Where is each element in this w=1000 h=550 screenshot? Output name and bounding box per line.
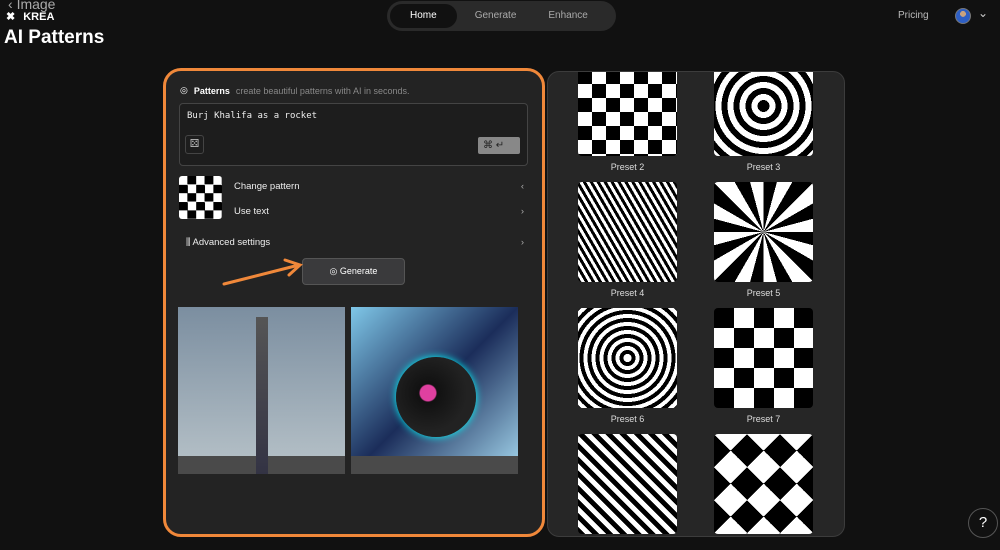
pattern-thumbnail[interactable] [179, 176, 222, 219]
chevron-right-icon: › [520, 206, 524, 217]
tab-generate[interactable]: Generate [461, 4, 531, 28]
presets-panel: Preset 2 Preset 3 Preset 4 Preset 5 Pres… [547, 71, 845, 537]
preset-label: Preset 2 [610, 162, 645, 172]
tab-enhance[interactable]: Enhance [534, 4, 601, 28]
preset-label: Preset 6 [610, 414, 645, 424]
preset-9-tile[interactable] [714, 434, 813, 534]
brand: KREA [23, 10, 55, 23]
chevron-right-icon: › [520, 237, 524, 248]
result-image-apple[interactable] [351, 307, 518, 474]
krea-logo-icon: ✖ [6, 11, 16, 23]
preset-3-tile[interactable] [714, 72, 813, 156]
avatar[interactable] [955, 8, 971, 24]
prompt-input[interactable]: Burj Khalifa as a rocket ⚄ ⌘ ↵ [179, 103, 528, 166]
image-caption-bar [178, 456, 345, 474]
patterns-panel: ◎ Patterns create beautiful patterns with … [163, 68, 545, 537]
image-caption-bar [351, 456, 518, 474]
preset-label: Preset 7 [746, 414, 781, 424]
advanced-label: Advanced settings [192, 237, 271, 248]
submit-shortcut[interactable]: ⌘ ↵ [478, 137, 520, 154]
preset-4-tile[interactable] [578, 182, 677, 282]
preset-6-tile[interactable] [578, 308, 677, 408]
use-text-label: Use text [234, 206, 269, 217]
change-pattern-row[interactable]: Change pattern ‹ [234, 181, 524, 192]
preset-7-tile[interactable] [714, 308, 813, 408]
spiral-icon: ◎ [329, 266, 340, 276]
main-nav: Home Generate Enhance [387, 1, 616, 31]
logo[interactable]: ✖ KREA [6, 10, 55, 24]
pricing-link[interactable]: Pricing [898, 10, 929, 21]
preset-label: Preset 5 [746, 288, 781, 298]
preset-5-tile[interactable] [714, 182, 813, 282]
prompt-value: Burj Khalifa as a rocket [187, 111, 318, 121]
panel-subtitle: create beautiful patterns with AI in sec… [235, 85, 410, 96]
generate-label: Generate [339, 266, 378, 276]
tab-home[interactable]: Home [390, 4, 457, 28]
change-pattern-label: Change pattern [234, 181, 300, 192]
generate-button[interactable]: ◎ Generate [302, 258, 405, 285]
chevron-down-icon[interactable]: ⌄ [978, 6, 988, 20]
preset-8-tile[interactable] [578, 434, 677, 534]
random-dice-icon[interactable]: ⚄ [185, 135, 204, 154]
panel-title: Patterns [193, 85, 230, 96]
preset-label: Preset 4 [610, 288, 645, 298]
panel-header: ◎ Patterns create beautiful patterns with … [180, 85, 409, 96]
spiral-icon: ◎ [180, 85, 188, 95]
apple-shape [396, 357, 476, 437]
advanced-settings-row[interactable]: ⫼ Advanced settings › [186, 237, 524, 248]
preset-2-tile[interactable] [578, 72, 677, 156]
page-title: AI Patterns [4, 27, 105, 48]
chevron-left-icon: ‹ [520, 181, 524, 192]
preset-label: Preset 3 [746, 162, 781, 172]
arrow-annotation [222, 258, 303, 286]
use-text-row[interactable]: Use text › [234, 206, 524, 217]
result-image-burj[interactable] [178, 307, 345, 474]
help-button[interactable]: ? [968, 508, 998, 538]
